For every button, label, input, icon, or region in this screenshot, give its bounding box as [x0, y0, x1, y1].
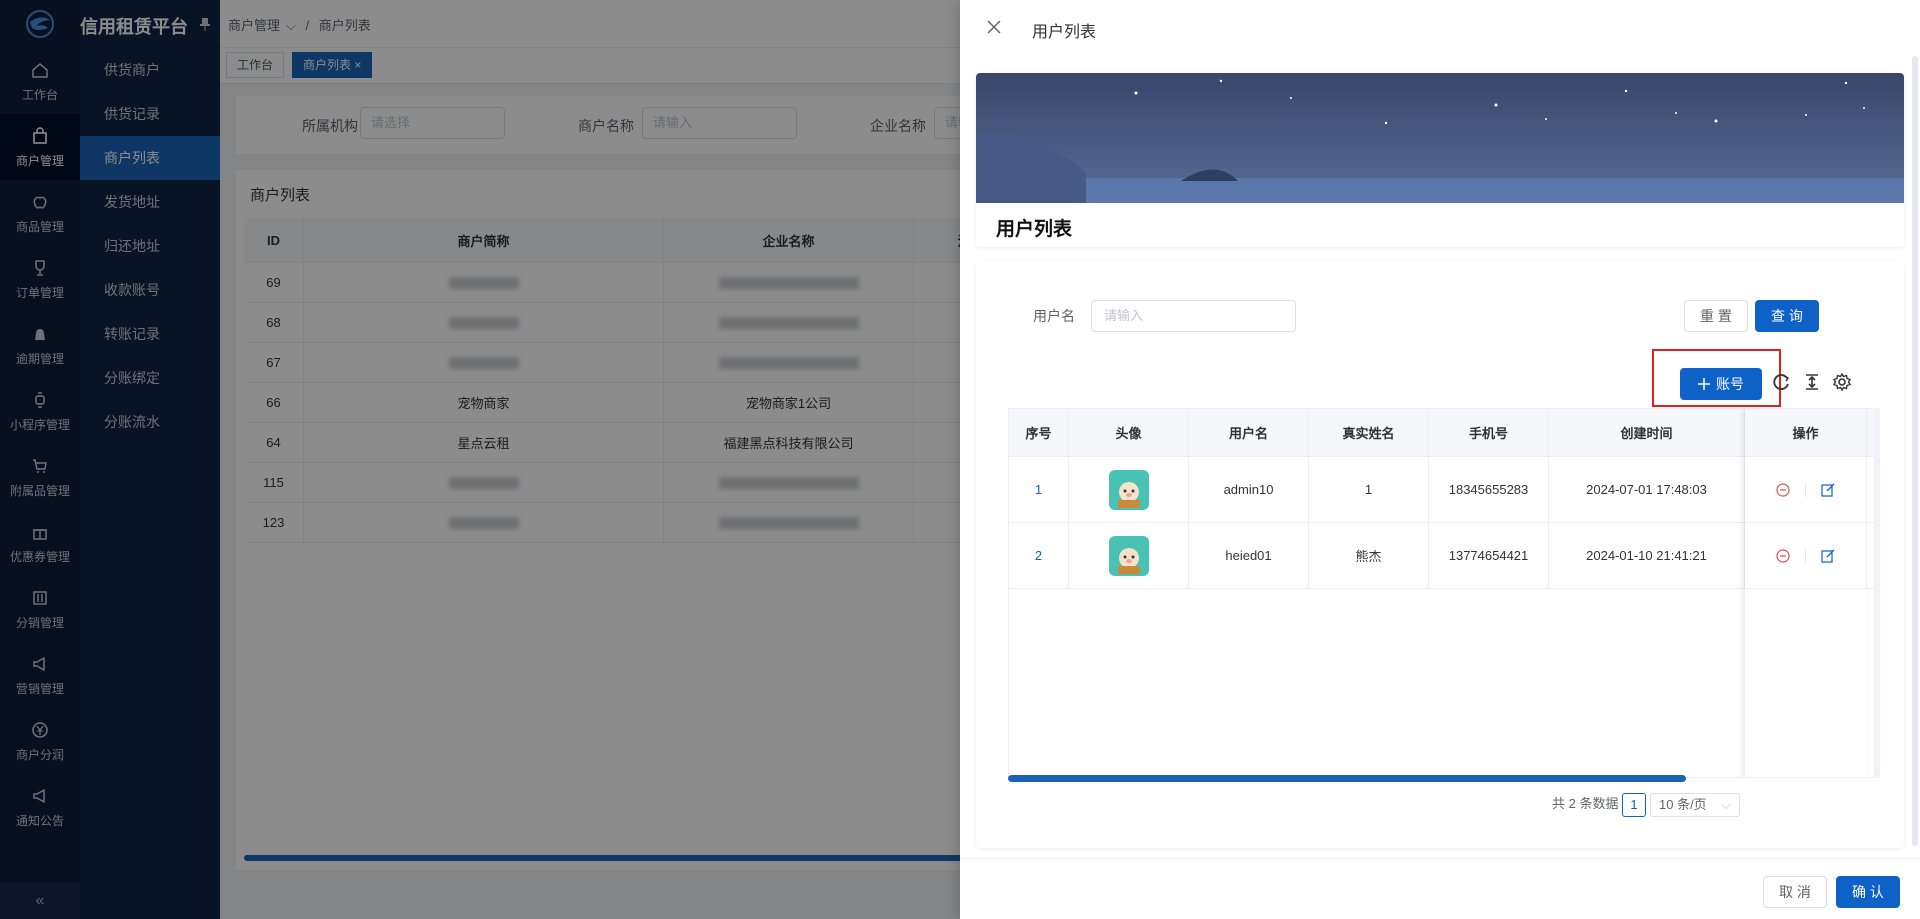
col-realname: 真实姓名 — [1309, 409, 1429, 456]
page-size-value: 10 条/页 — [1659, 797, 1707, 812]
add-account-label: 账号 — [1716, 376, 1744, 392]
table-cell — [1069, 523, 1189, 588]
reset-button[interactable]: 重 置 — [1684, 300, 1748, 332]
drawer-title: 用户列表 — [1032, 24, 1097, 41]
refresh-icon[interactable] — [1772, 372, 1792, 392]
gear-icon[interactable] — [1832, 372, 1852, 392]
username-search-input[interactable]: 请输入 — [1091, 300, 1296, 332]
plus-icon — [1698, 378, 1710, 390]
table-cell: 13774654421 — [1429, 523, 1549, 588]
avatar — [1108, 535, 1149, 576]
banner-title: 用户列表 — [996, 219, 1073, 240]
page-size-select[interactable]: 10 条/页 ⌵ — [1650, 793, 1740, 817]
drawer-footer: 取 消 确 认 — [960, 858, 1920, 919]
confirm-button[interactable]: 确 认 — [1836, 876, 1900, 908]
table-hscroll[interactable] — [1008, 775, 1686, 782]
actions-cell — [1745, 523, 1867, 589]
table-vscroll[interactable] — [1874, 408, 1880, 778]
remove-icon[interactable] — [1775, 548, 1791, 564]
col-phone: 手机号 — [1429, 409, 1549, 456]
col-avatar: 头像 — [1069, 409, 1189, 456]
table-cell: 18345655283 — [1429, 457, 1549, 522]
query-button[interactable]: 查 询 — [1755, 300, 1819, 332]
table-cell: 熊杰 — [1309, 523, 1429, 588]
table-cell: 1 — [1009, 457, 1069, 522]
modal-mask-nav[interactable] — [0, 0, 220, 919]
actions-cell — [1745, 457, 1867, 523]
close-icon[interactable] — [986, 19, 1002, 35]
cancel-button[interactable]: 取 消 — [1763, 876, 1827, 908]
actions-column: 操作 — [1745, 409, 1867, 777]
col-no: 序号 — [1009, 409, 1069, 456]
table-cell: heied01 — [1189, 523, 1309, 588]
drawer-scrollbar[interactable] — [1912, 56, 1918, 846]
chevron-down-icon: ⌵ — [1721, 797, 1731, 812]
page-1-button[interactable]: 1 — [1622, 793, 1646, 817]
avatar — [1108, 469, 1149, 510]
edit-icon[interactable] — [1820, 482, 1836, 498]
remove-icon[interactable] — [1775, 482, 1791, 498]
username-label: 用户名 — [1033, 308, 1075, 324]
add-account-button[interactable]: 账号 — [1680, 368, 1762, 400]
night-landscape-banner — [976, 73, 1904, 203]
user-panel: 用户名 请输入 重 置 查 询 账号 序号 头像 用户名 真实姓名 手机号 创建… — [976, 262, 1904, 848]
user-table: 序号 头像 用户名 真实姓名 手机号 创建时间 1 admin10 1 1834565… — [1008, 408, 1876, 778]
table-cell: 2024-01-10 21:41:21 — [1549, 523, 1745, 588]
table-cell: 1 — [1309, 457, 1429, 522]
modal-mask[interactable] — [220, 0, 960, 919]
edit-icon[interactable] — [1820, 548, 1836, 564]
total-count: 共 2 条数据 — [1552, 796, 1619, 811]
table-cell — [1069, 457, 1189, 522]
col-created: 创建时间 — [1549, 409, 1745, 456]
table-cell: 2 — [1009, 523, 1069, 588]
col-actions: 操作 — [1745, 409, 1867, 457]
column-height-icon[interactable] — [1802, 372, 1822, 392]
user-list-drawer: 用户列表 用户列表 用户名 请输入 重 置 查 询 账号 序号 头像 用户名 真… — [960, 0, 1920, 919]
table-cell: 2024-07-01 17:48:03 — [1549, 457, 1745, 522]
table-cell: admin10 — [1189, 457, 1309, 522]
col-username: 用户名 — [1189, 409, 1309, 456]
